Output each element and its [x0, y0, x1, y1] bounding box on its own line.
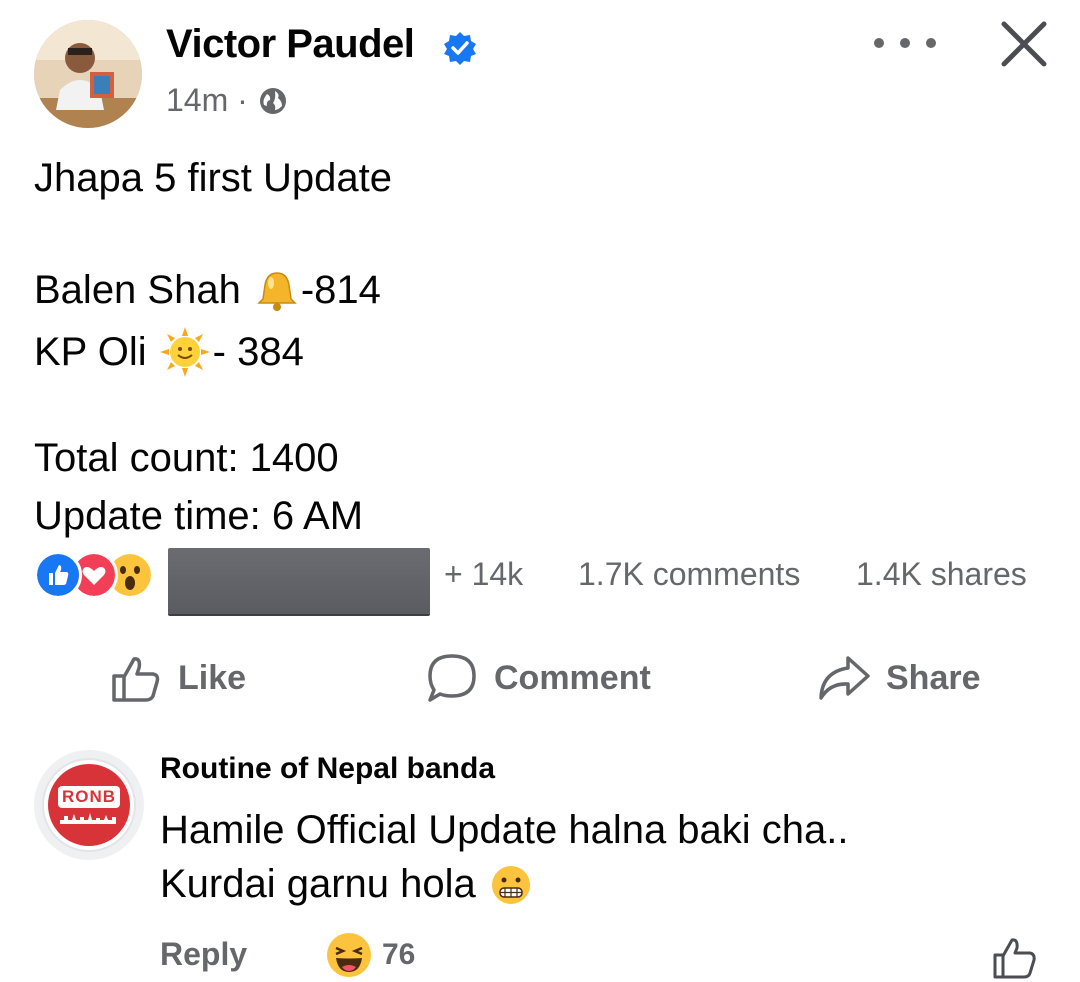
author-avatar[interactable] [34, 20, 142, 128]
share-label: Share [886, 658, 981, 697]
close-icon[interactable] [998, 18, 1050, 70]
reply-button[interactable]: Reply [160, 936, 247, 973]
comment-reaction[interactable]: 76 [326, 932, 415, 978]
post-total: Total count: 1400 [34, 436, 339, 480]
comment-icon [428, 654, 476, 702]
candidate-name: Balen Shah [34, 268, 241, 312]
reaction-summary[interactable] [34, 551, 154, 599]
post-update-time: Update time: 6 AM [34, 494, 364, 538]
comment-label: Comment [494, 658, 651, 697]
post-line-kp: KP Oli - 384 [34, 326, 304, 378]
comment-text-line-2: Kurdai garnu hola [160, 862, 534, 907]
share-icon [819, 656, 870, 700]
laugh-emoji-icon [327, 933, 371, 977]
like-reaction-icon [34, 551, 82, 599]
post-time[interactable]: 14m · [166, 82, 248, 119]
redacted-block [168, 548, 430, 614]
more-options-button[interactable] [874, 28, 936, 58]
reaction-count[interactable]: + 14k [444, 556, 523, 593]
comments-count[interactable]: 1.7K comments [578, 556, 800, 593]
like-icon [112, 657, 160, 702]
bell-emoji-icon [257, 271, 297, 311]
candidate-value: -814 [300, 268, 381, 312]
more-icon [874, 38, 884, 48]
comment-text: Kurdai garnu hola [160, 862, 476, 906]
grimace-emoji-icon [491, 865, 530, 904]
globe-icon [259, 87, 286, 114]
comment-text-line-1: Hamile Official Update halna baki cha.. [160, 808, 849, 852]
verified-badge-icon [444, 32, 476, 65]
author-name[interactable]: Victor Paudel [166, 22, 415, 67]
post-line-balen: Balen Shah -814 [34, 268, 381, 313]
share-button[interactable]: Share [816, 648, 981, 708]
sun-emoji-icon [159, 327, 210, 377]
post-meta: 14m · [166, 82, 288, 119]
avatar-logo-text: RONB [61, 787, 117, 806]
skyline-icon [60, 813, 116, 824]
shares-count[interactable]: 1.4K shares [856, 556, 1027, 593]
comment-reaction-count: 76 [382, 938, 416, 971]
like-button[interactable]: Like [108, 648, 246, 708]
commenter-name[interactable]: Routine of Nepal banda [160, 752, 495, 786]
candidate-value: - 384 [212, 329, 304, 374]
commenter-avatar[interactable]: RONB [34, 750, 144, 860]
post-heading: Jhapa 5 first Update [34, 156, 392, 200]
comment-button[interactable]: Comment [424, 648, 651, 708]
candidate-name: KP Oli [34, 329, 147, 374]
comment-like-icon[interactable] [990, 932, 1040, 982]
like-label: Like [178, 658, 247, 697]
